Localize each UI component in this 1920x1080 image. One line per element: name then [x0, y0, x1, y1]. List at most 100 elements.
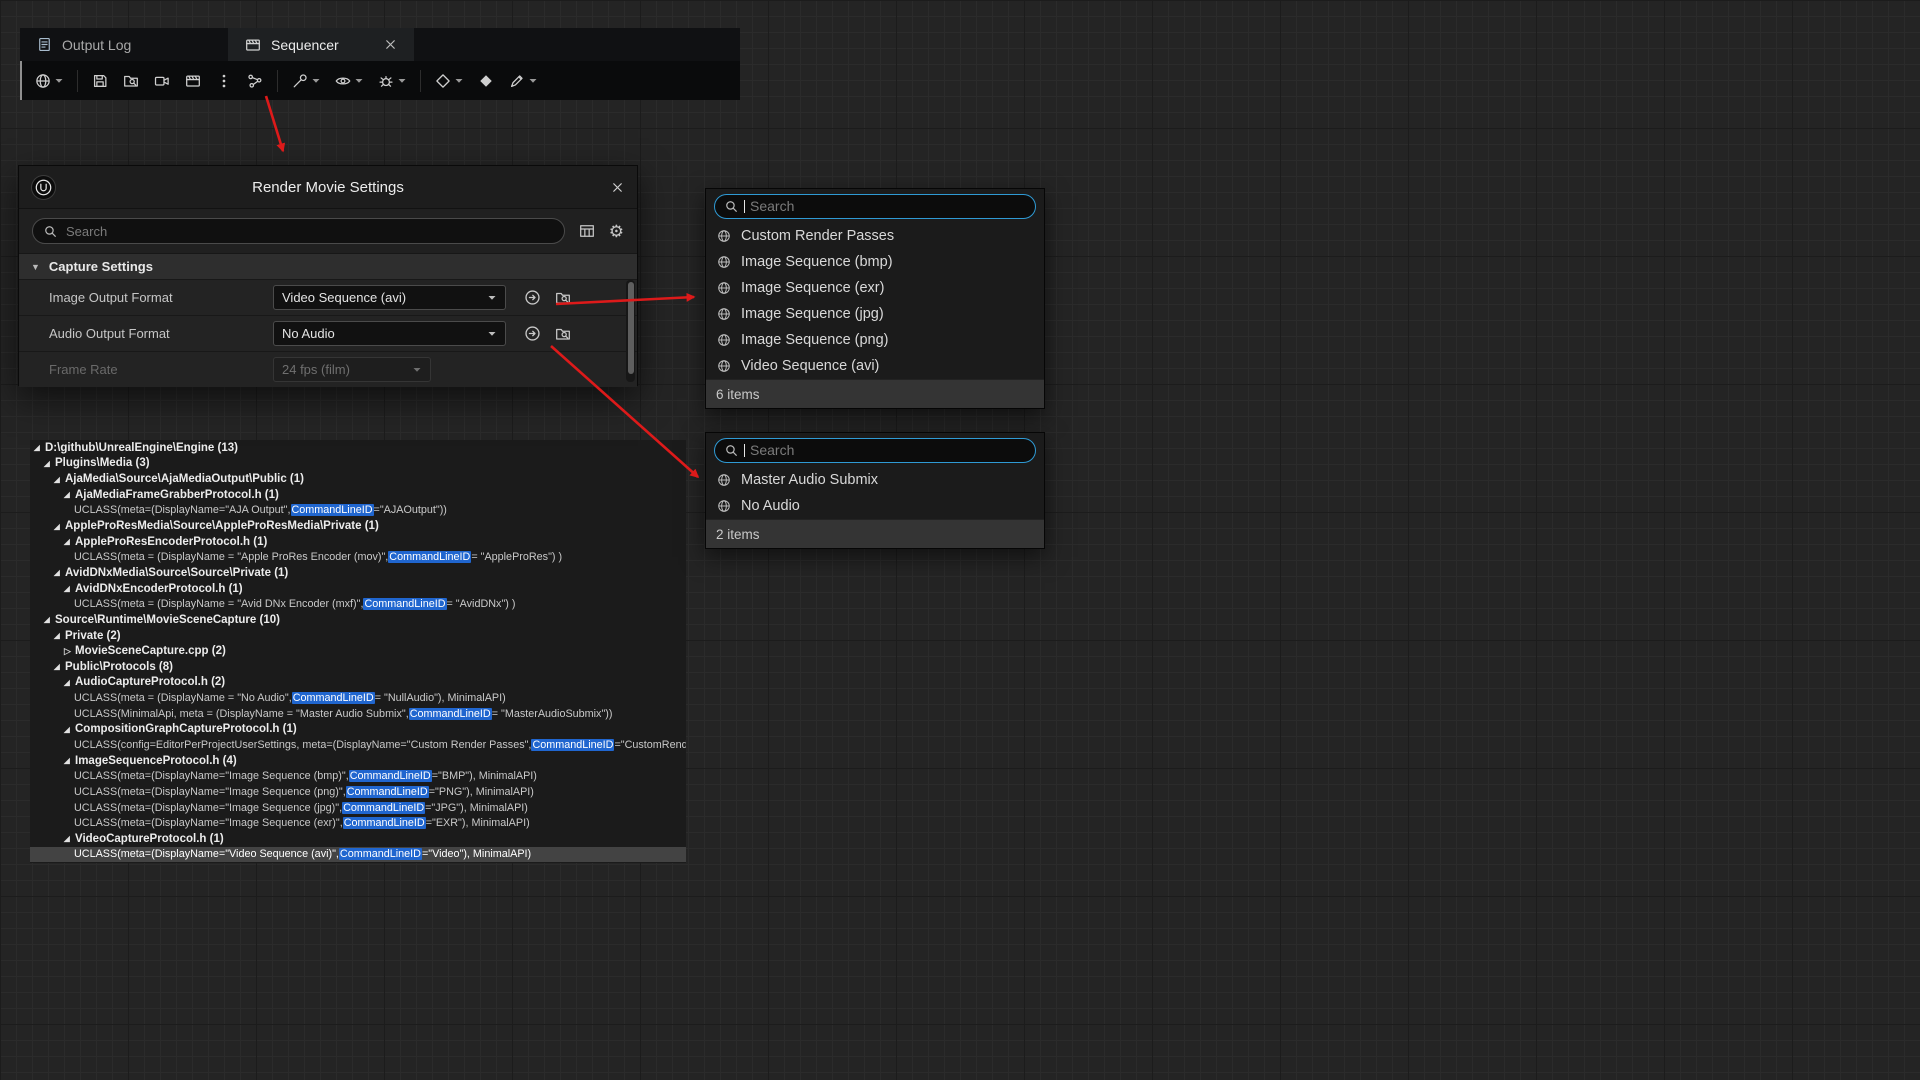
popup-search-input[interactable]: Search: [714, 194, 1036, 219]
popup-item[interactable]: Video Sequence (avi): [706, 353, 1044, 379]
expander-open-icon[interactable]: ◢: [64, 678, 75, 687]
scrollbar-track[interactable]: [626, 280, 635, 382]
find-result-node[interactable]: ◢AjaMediaFrameGrabberProtocol.h (1): [30, 487, 686, 503]
expander-closed-icon[interactable]: ▷: [64, 646, 75, 657]
close-tab-icon[interactable]: [383, 37, 398, 52]
find-result-node[interactable]: ◢Public\Protocols (8): [30, 659, 686, 675]
save-button[interactable]: [88, 69, 112, 93]
browse-asset-icon[interactable]: [554, 325, 572, 343]
popup-item[interactable]: Image Sequence (exr): [706, 275, 1044, 301]
search-match-highlight: CommandLineID: [291, 504, 374, 516]
setting-label: Audio Output Format: [19, 326, 273, 341]
find-result-node[interactable]: ◢ImageSequenceProtocol.h (4): [30, 753, 686, 769]
dots-vertical-button[interactable]: [212, 69, 236, 93]
search-icon: [724, 443, 739, 458]
popup-item[interactable]: No Audio: [706, 493, 1044, 519]
use-selected-asset-icon[interactable]: [523, 324, 542, 343]
expander-open-icon[interactable]: ◢: [64, 584, 75, 593]
popup-search-input[interactable]: Search: [714, 438, 1036, 463]
popup-item[interactable]: Master Audio Submix: [706, 467, 1044, 493]
find-result-node[interactable]: ◢VideoCaptureProtocol.h (1): [30, 831, 686, 847]
camera-icon: [153, 72, 171, 90]
settings-search-input[interactable]: Search: [32, 218, 565, 244]
text-caret: [744, 444, 745, 457]
find-result-line[interactable]: UCLASS(meta=(DisplayName="AJA Output", C…: [30, 503, 686, 519]
popup-item[interactable]: Custom Render Passes: [706, 223, 1044, 249]
globe-button[interactable]: [31, 69, 67, 93]
eye-button[interactable]: [331, 69, 367, 93]
popup-item-label: Image Sequence (exr): [741, 280, 884, 296]
scrollbar-thumb[interactable]: [628, 282, 634, 374]
find-result-node[interactable]: ◢AvidDNxMedia\Source\Source\Private (1): [30, 565, 686, 581]
expander-open-icon[interactable]: ◢: [64, 725, 75, 734]
find-result-line[interactable]: UCLASS(config=EditorPerProjectUserSettin…: [30, 737, 686, 753]
settings-gear-icon[interactable]: ⚙: [609, 223, 624, 240]
expander-open-icon[interactable]: ◢: [44, 615, 55, 624]
expander-open-icon[interactable]: ◢: [54, 475, 65, 484]
find-result-line[interactable]: UCLASS(MinimalApi, meta = (DisplayName =…: [30, 706, 686, 722]
hierarchy-button[interactable]: [243, 69, 267, 93]
close-dialog-icon[interactable]: [610, 180, 625, 195]
tab-sequencer[interactable]: Sequencer: [228, 28, 414, 61]
find-result-node[interactable]: ◢Source\Runtime\MovieSceneCapture (10): [30, 612, 686, 628]
search-match-highlight: CommandLineID: [342, 802, 425, 814]
folder-find-button[interactable]: [119, 69, 143, 93]
search-match-highlight: CommandLineID: [409, 708, 492, 720]
expander-open-icon[interactable]: ◢: [34, 443, 45, 452]
find-result-line[interactable]: UCLASS(meta = (DisplayName = "Apple ProR…: [30, 549, 686, 565]
diamond-button[interactable]: [431, 69, 467, 93]
popup-item[interactable]: Image Sequence (jpg): [706, 301, 1044, 327]
chevron-down-icon: [54, 76, 64, 86]
bug-button[interactable]: [374, 69, 410, 93]
column-view-icon[interactable]: [578, 222, 596, 240]
find-result-line[interactable]: UCLASS(meta=(DisplayName="Image Sequence…: [30, 784, 686, 800]
find-result-line[interactable]: UCLASS(meta=(DisplayName="Video Sequence…: [30, 847, 686, 863]
text-caret: [744, 200, 745, 213]
audio-format-dropdown-popup: Search Master Audio SubmixNo Audio 2 ite…: [705, 432, 1045, 549]
dots-vertical-icon: [215, 72, 233, 90]
find-result-node[interactable]: ◢AppleProResMedia\Source\AppleProResMedi…: [30, 518, 686, 534]
expander-open-icon[interactable]: ◢: [64, 834, 75, 843]
expander-open-icon[interactable]: ◢: [54, 522, 65, 531]
find-result-node[interactable]: ◢AvidDNxEncoderProtocol.h (1): [30, 581, 686, 597]
tab-output-log[interactable]: Output Log: [20, 28, 222, 61]
find-result-node[interactable]: ◢Plugins\Media (3): [30, 456, 686, 472]
capture-settings-header[interactable]: ▼ Capture Settings: [19, 253, 637, 279]
find-result-line[interactable]: UCLASS(meta=(DisplayName="Image Sequence…: [30, 800, 686, 816]
image-output-format-dropdown[interactable]: Video Sequence (avi): [273, 285, 506, 310]
use-selected-asset-icon[interactable]: [523, 288, 542, 307]
expander-open-icon[interactable]: ◢: [54, 568, 65, 577]
expander-open-icon[interactable]: ◢: [54, 631, 65, 640]
popup-item[interactable]: Image Sequence (bmp): [706, 249, 1044, 275]
find-result-line[interactable]: UCLASS(meta=(DisplayName="Image Sequence…: [30, 815, 686, 831]
find-result-node[interactable]: ◢D:\github\UnrealEngine\Engine (13): [30, 440, 686, 456]
eye-icon: [334, 72, 352, 90]
wrench-button[interactable]: [288, 69, 324, 93]
find-result-node[interactable]: ▷MovieSceneCapture.cpp (2): [30, 643, 686, 659]
find-result-node[interactable]: ◢Private (2): [30, 628, 686, 644]
find-result-node[interactable]: ◢CompositionGraphCaptureProtocol.h (1): [30, 722, 686, 738]
expander-open-icon[interactable]: ◢: [44, 459, 55, 468]
find-result-node[interactable]: ◢AudioCaptureProtocol.h (2): [30, 675, 686, 691]
find-result-node[interactable]: ◢AppleProResEncoderProtocol.h (1): [30, 534, 686, 550]
dialog-search-row: Search ⚙: [19, 209, 637, 253]
find-result-line[interactable]: UCLASS(meta = (DisplayName = "Avid DNx E…: [30, 596, 686, 612]
browse-asset-icon[interactable]: [554, 289, 572, 307]
pen-button[interactable]: [505, 69, 541, 93]
audio-output-format-dropdown[interactable]: No Audio: [273, 321, 506, 346]
expander-open-icon[interactable]: ◢: [64, 756, 75, 765]
tab-label: Sequencer: [271, 37, 339, 53]
find-result-line[interactable]: UCLASS(meta=(DisplayName="Image Sequence…: [30, 768, 686, 784]
find-result-line[interactable]: UCLASS(meta = (DisplayName = "No Audio",…: [30, 690, 686, 706]
clapperboard-button[interactable]: [181, 69, 205, 93]
expander-open-icon[interactable]: ◢: [64, 537, 75, 546]
class-icon: [716, 472, 732, 488]
find-result-node[interactable]: ◢AjaMedia\Source\AjaMediaOutput\Public (…: [30, 471, 686, 487]
popup-item[interactable]: Image Sequence (png): [706, 327, 1044, 353]
keyframe-button[interactable]: [474, 69, 498, 93]
chevron-down-icon: [528, 76, 538, 86]
expander-open-icon[interactable]: ◢: [64, 490, 75, 499]
expander-open-icon[interactable]: ◢: [54, 662, 65, 671]
camera-button[interactable]: [150, 69, 174, 93]
chevron-down-icon: [487, 293, 497, 303]
